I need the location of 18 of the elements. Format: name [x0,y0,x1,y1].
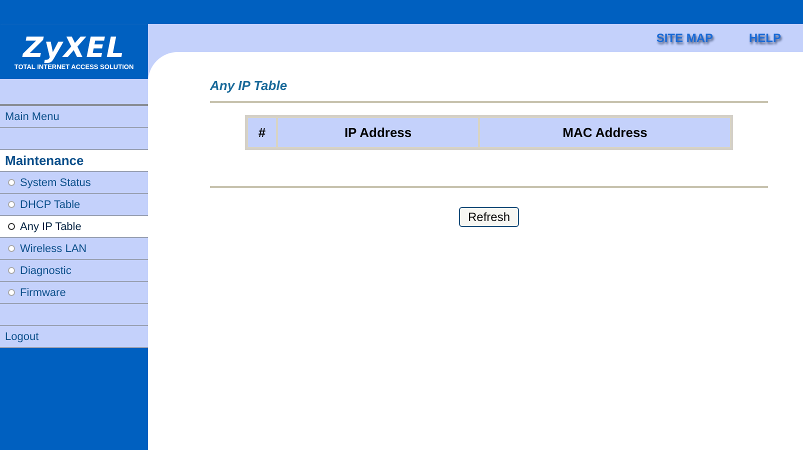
column-header: MAC Address [479,117,731,148]
page-title: Any IP Table [210,78,768,103]
bullet-icon [8,289,15,296]
bullet-icon [8,201,15,208]
bullet-icon [8,179,15,186]
brand-logo: ZyXEL [22,34,126,62]
column-header: # [247,117,277,148]
nav-link[interactable]: SITE MAP [656,31,713,45]
refresh-button[interactable]: Refresh [458,207,520,227]
nav-link[interactable]: HELP [748,31,781,45]
sidebar-section-title: Maintenance [5,153,84,168]
bullet-icon [8,267,15,274]
sidebar-item[interactable]: Diagnostic [20,264,72,276]
bullet-icon [8,223,15,230]
bullet-icon [8,245,15,252]
column-header: IP Address [277,117,480,148]
logout-link[interactable]: Logout [5,330,39,342]
sidebar-item[interactable]: Firmware [20,286,66,298]
